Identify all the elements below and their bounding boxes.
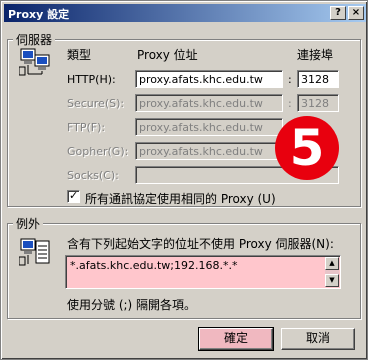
http-address-input[interactable]: proxy.afats.khc.edu.tw	[135, 70, 283, 88]
http-colon: :	[288, 73, 292, 86]
scroll-up-icon[interactable]: ▲	[325, 257, 339, 270]
exceptions-textarea[interactable]: *.afats.khc.edu.tw;192.168.*.* ▲ ▼	[65, 255, 341, 289]
scroll-down-icon[interactable]: ▼	[325, 274, 339, 287]
title-bar: Proxy 設定 ? ×	[4, 4, 366, 22]
servers-legend: 伺服器	[13, 31, 56, 48]
same-proxy-label: 所有通訊協定使用相同的 Proxy (U)	[85, 192, 276, 206]
exceptions-scrollbar[interactable]: ▲ ▼	[325, 257, 339, 287]
exceptions-value: *.afats.khc.edu.tw;192.168.*.*	[70, 259, 238, 272]
secure-colon: :	[288, 97, 292, 110]
step-number-badge: 5	[275, 116, 339, 180]
same-proxy-checkbox[interactable]	[67, 189, 80, 203]
header-address: Proxy 位址	[137, 48, 198, 62]
help-button[interactable]: ?	[330, 6, 346, 20]
secure-label: Secure(S):	[67, 97, 125, 110]
header-port: 連接埠	[297, 48, 334, 62]
exceptions-legend: 例外	[13, 215, 44, 232]
gopher-label: Gopher(G):	[67, 145, 129, 158]
exceptions-note: 使用分號 (;) 隔開各項。	[67, 298, 197, 312]
gopher-address-input[interactable]: proxy.afats.khc.edu.tw	[135, 142, 283, 160]
exceptions-instruction: 含有下列起始文字的位址不使用 Proxy 伺服器(N):	[67, 237, 334, 251]
network-computers-icon	[18, 47, 51, 77]
document-list-icon	[18, 237, 51, 267]
http-port-input[interactable]: 3128	[297, 70, 339, 88]
close-button[interactable]: ×	[348, 6, 364, 20]
ftp-address-input[interactable]: proxy.afats.khc.edu.tw	[135, 118, 283, 136]
http-label: HTTP(H):	[67, 73, 116, 86]
cancel-button[interactable]: 取消	[281, 328, 355, 350]
socks-label: Socks(C):	[67, 169, 119, 182]
secure-port-input[interactable]: 3128	[297, 94, 339, 112]
ftp-label: FTP(F):	[67, 121, 106, 134]
header-type: 類型	[67, 48, 92, 62]
window-title: Proxy 設定	[8, 8, 70, 21]
secure-address-input[interactable]: proxy.afats.khc.edu.tw	[135, 94, 283, 112]
proxy-settings-dialog: Proxy 設定 ? × 伺服器 類型 Proxy 位址 連接埠 HTTP(H)…	[0, 0, 368, 360]
ok-button[interactable]: 確定	[198, 327, 274, 351]
